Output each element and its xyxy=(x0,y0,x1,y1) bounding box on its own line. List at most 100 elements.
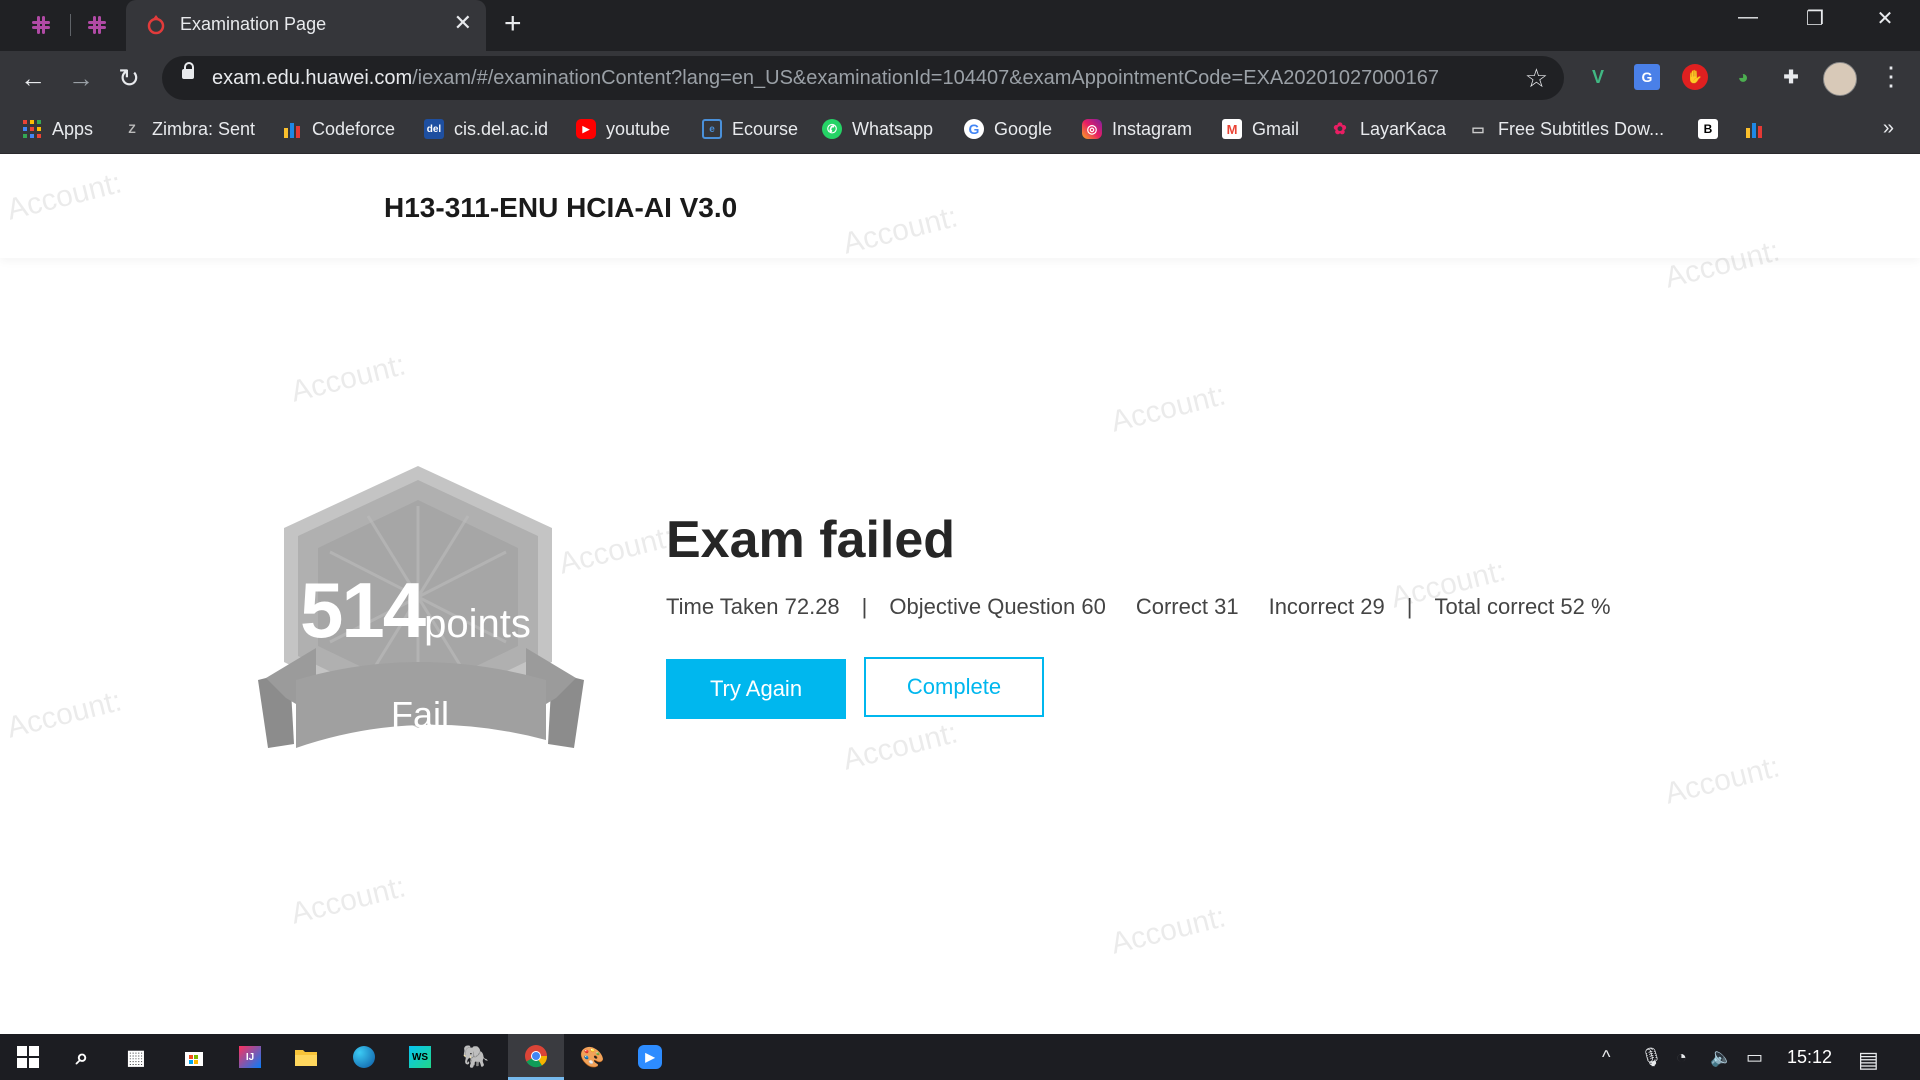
battery-icon[interactable]: ▭ xyxy=(1746,1047,1763,1068)
apps-grid-icon xyxy=(22,119,42,139)
exam-title: H13-311-ENU HCIA-AI V3.0 xyxy=(384,192,738,223)
intellij-icon[interactable]: IJ xyxy=(224,1034,276,1080)
bookmark-zimbra[interactable]: Z Zimbra: Sent xyxy=(122,115,255,143)
exam-result-page: H13-311-ENU HCIA-AI V3.0 Account: Accoun… xyxy=(0,154,1920,1034)
gmail-icon: M xyxy=(1222,119,1242,139)
chevron-double-right-icon[interactable]: » xyxy=(1883,117,1894,140)
paint-icon[interactable]: 🎨 xyxy=(566,1034,618,1080)
url-host: exam.edu.huawei.com xyxy=(212,67,413,89)
watermark: Account: xyxy=(1107,378,1229,439)
watermark: Account: xyxy=(1107,900,1229,961)
bookmark-label: Codeforce xyxy=(312,118,396,139)
subtitles-icon: ▭ xyxy=(1471,120,1485,137)
browser-tab-strip: Examination Page ✕ + — ❐ ✕ xyxy=(0,0,1920,51)
browser-toolbar: ← → ↻ exam.edu.huawei.com/iexam/#/examin… xyxy=(0,51,1920,105)
stat-time-taken: Time Taken 72.28 xyxy=(666,594,840,619)
windows-start-icon[interactable] xyxy=(2,1034,54,1080)
bookmark-label: LayarKaca xyxy=(1360,118,1447,139)
tab-examination-page[interactable]: Examination Page ✕ xyxy=(126,0,486,51)
watermark: Account: xyxy=(287,348,409,409)
try-again-button[interactable]: Try Again xyxy=(666,659,846,719)
bookmark-free-subtitles[interactable]: ▭ Free Subtitles Dow... xyxy=(1468,115,1664,143)
bookmark-layarkaca[interactable]: ✿ LayarKaca xyxy=(1330,115,1446,143)
b-logo-icon: B xyxy=(1698,119,1718,139)
forward-icon[interactable]: → xyxy=(64,63,98,94)
webstorm-icon[interactable]: WS xyxy=(394,1034,446,1080)
lock-icon xyxy=(182,62,194,79)
bookmarks-bar: Apps Z Zimbra: Sent Codeforce del cis.de… xyxy=(0,105,1920,154)
status-badge: Fail xyxy=(390,694,449,735)
taskbar-clock[interactable]: 15:12 xyxy=(1787,1047,1832,1068)
postgresql-icon[interactable]: 🐘 xyxy=(450,1034,502,1080)
tab-close-icon[interactable]: ✕ xyxy=(454,10,472,36)
codeforces-icon xyxy=(282,119,302,139)
address-bar[interactable]: exam.edu.huawei.com/iexam/#/examinationC… xyxy=(162,56,1564,100)
score-value: 514 xyxy=(300,566,426,654)
bookmark-b[interactable]: B xyxy=(1698,115,1728,143)
close-window-icon[interactable]: ✕ xyxy=(1860,6,1910,31)
bookmark-label: Gmail xyxy=(1252,118,1300,139)
tab-separator xyxy=(70,14,71,36)
file-explorer-icon[interactable] xyxy=(280,1034,332,1080)
color-picker-extension-icon[interactable]: ◕ xyxy=(1730,64,1756,90)
new-tab-icon[interactable]: + xyxy=(504,7,522,41)
bookmark-star-icon[interactable]: ☆ xyxy=(1525,63,1548,94)
bookmark-label: Whatsapp xyxy=(852,118,934,139)
huawei-favicon-icon xyxy=(146,13,166,40)
adblock-icon[interactable]: ✋ xyxy=(1682,64,1708,90)
extensions-puzzle-icon[interactable]: ✚ xyxy=(1778,64,1804,90)
bookmark-ecourse[interactable]: e Ecourse xyxy=(702,115,798,143)
chrome-taskbar-icon[interactable] xyxy=(508,1034,564,1080)
bookmark-gmail[interactable]: M Gmail xyxy=(1222,115,1299,143)
bookmark-apps[interactable]: Apps xyxy=(22,115,93,143)
action-center-icon[interactable]: ▤ xyxy=(1858,1047,1879,1073)
bookmark-google[interactable]: G Google xyxy=(964,115,1052,143)
bookmark-chart[interactable] xyxy=(1744,115,1774,143)
zoom-icon[interactable]: ▶ xyxy=(624,1034,676,1080)
show-hidden-icons-chevron-icon[interactable]: ^ xyxy=(1602,1047,1610,1068)
bookmark-label: Instagram xyxy=(1112,118,1193,139)
google-translate-icon[interactable]: G xyxy=(1634,64,1660,90)
whatsapp-icon: ✆ xyxy=(822,119,842,139)
tab-title: Examination Page xyxy=(180,14,327,34)
instagram-icon: ◎ xyxy=(1082,119,1102,139)
bookmark-label: Apps xyxy=(52,118,94,139)
url-path: /iexam/#/examinationContent?lang=en_US&e… xyxy=(412,67,1439,89)
stat-objective-question: Objective Question 60 xyxy=(889,594,1106,619)
search-icon[interactable]: ⌕ xyxy=(56,1034,108,1080)
complete-button[interactable]: Complete xyxy=(864,657,1044,717)
task-view-icon[interactable]: ▦ xyxy=(110,1034,162,1080)
stat-incorrect: Incorrect 29 xyxy=(1268,594,1385,619)
score-display: 514points xyxy=(300,565,531,656)
layarkaca-icon: ✿ xyxy=(1333,121,1347,138)
score-unit: points xyxy=(424,602,531,646)
reload-icon[interactable]: ↻ xyxy=(112,63,146,94)
stat-total-correct: Total correct 52 % xyxy=(1434,594,1611,619)
restore-icon[interactable]: ❐ xyxy=(1790,6,1840,31)
bookmark-youtube[interactable]: ▶ youtube xyxy=(576,115,670,143)
stat-separator: | xyxy=(1406,594,1413,619)
bookmark-instagram[interactable]: ◎ Instagram xyxy=(1082,115,1192,143)
store-icon[interactable] xyxy=(168,1034,220,1080)
slack-icon[interactable] xyxy=(80,10,114,40)
profile-avatar[interactable] xyxy=(1823,62,1857,96)
microphone-icon[interactable]: 🎙 xyxy=(1640,1047,1663,1068)
minimize-icon[interactable]: — xyxy=(1723,6,1773,29)
bar-chart-icon xyxy=(1744,119,1764,139)
bookmark-cis-del[interactable]: del cis.del.ac.id xyxy=(424,115,548,143)
bookmark-codeforce[interactable]: Codeforce xyxy=(282,115,395,143)
edge-icon[interactable] xyxy=(338,1034,390,1080)
watermark: Account: xyxy=(287,870,409,931)
bookmark-label: Zimbra: Sent xyxy=(152,118,256,139)
vue-devtools-icon[interactable]: V xyxy=(1585,64,1611,90)
volume-icon[interactable]: 🔈 xyxy=(1710,1047,1732,1068)
url-text[interactable]: exam.edu.huawei.com/iexam/#/examinationC… xyxy=(212,67,1439,90)
chrome-menu-icon[interactable]: ⋮ xyxy=(1878,61,1904,92)
back-icon[interactable]: ← xyxy=(16,63,50,94)
bookmark-whatsapp[interactable]: ✆ Whatsapp xyxy=(822,115,933,143)
slack-icon[interactable] xyxy=(24,10,58,40)
result-title: Exam failed xyxy=(666,511,956,569)
bookmark-label: Free Subtitles Dow... xyxy=(1498,118,1665,139)
wifi-icon[interactable]: ◔ xyxy=(1676,1047,1687,1068)
watermark: Account: xyxy=(1661,750,1783,811)
